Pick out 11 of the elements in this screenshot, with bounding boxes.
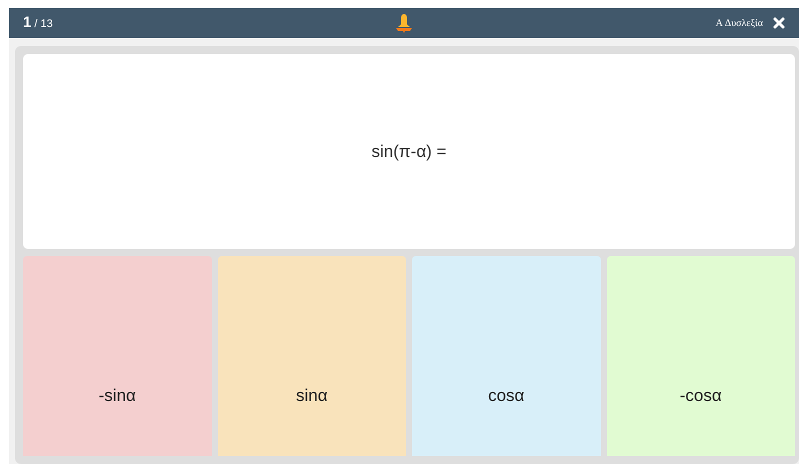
question-text: sin(π-α) = [372, 140, 446, 163]
answer-tile[interactable]: sinα [218, 256, 406, 456]
answer-tile[interactable]: -cosα [606, 256, 795, 456]
bell-icon [395, 13, 413, 33]
question-counter: 1 [23, 12, 32, 33]
answer-tile[interactable]: cosα [412, 256, 600, 456]
close-button[interactable] [773, 17, 785, 29]
dyslexia-toggle[interactable]: A Δυσλεξία [716, 16, 763, 30]
answer-tile[interactable]: -sinα [23, 256, 212, 456]
close-icon [773, 17, 785, 29]
question-total: / 13 [34, 16, 53, 32]
